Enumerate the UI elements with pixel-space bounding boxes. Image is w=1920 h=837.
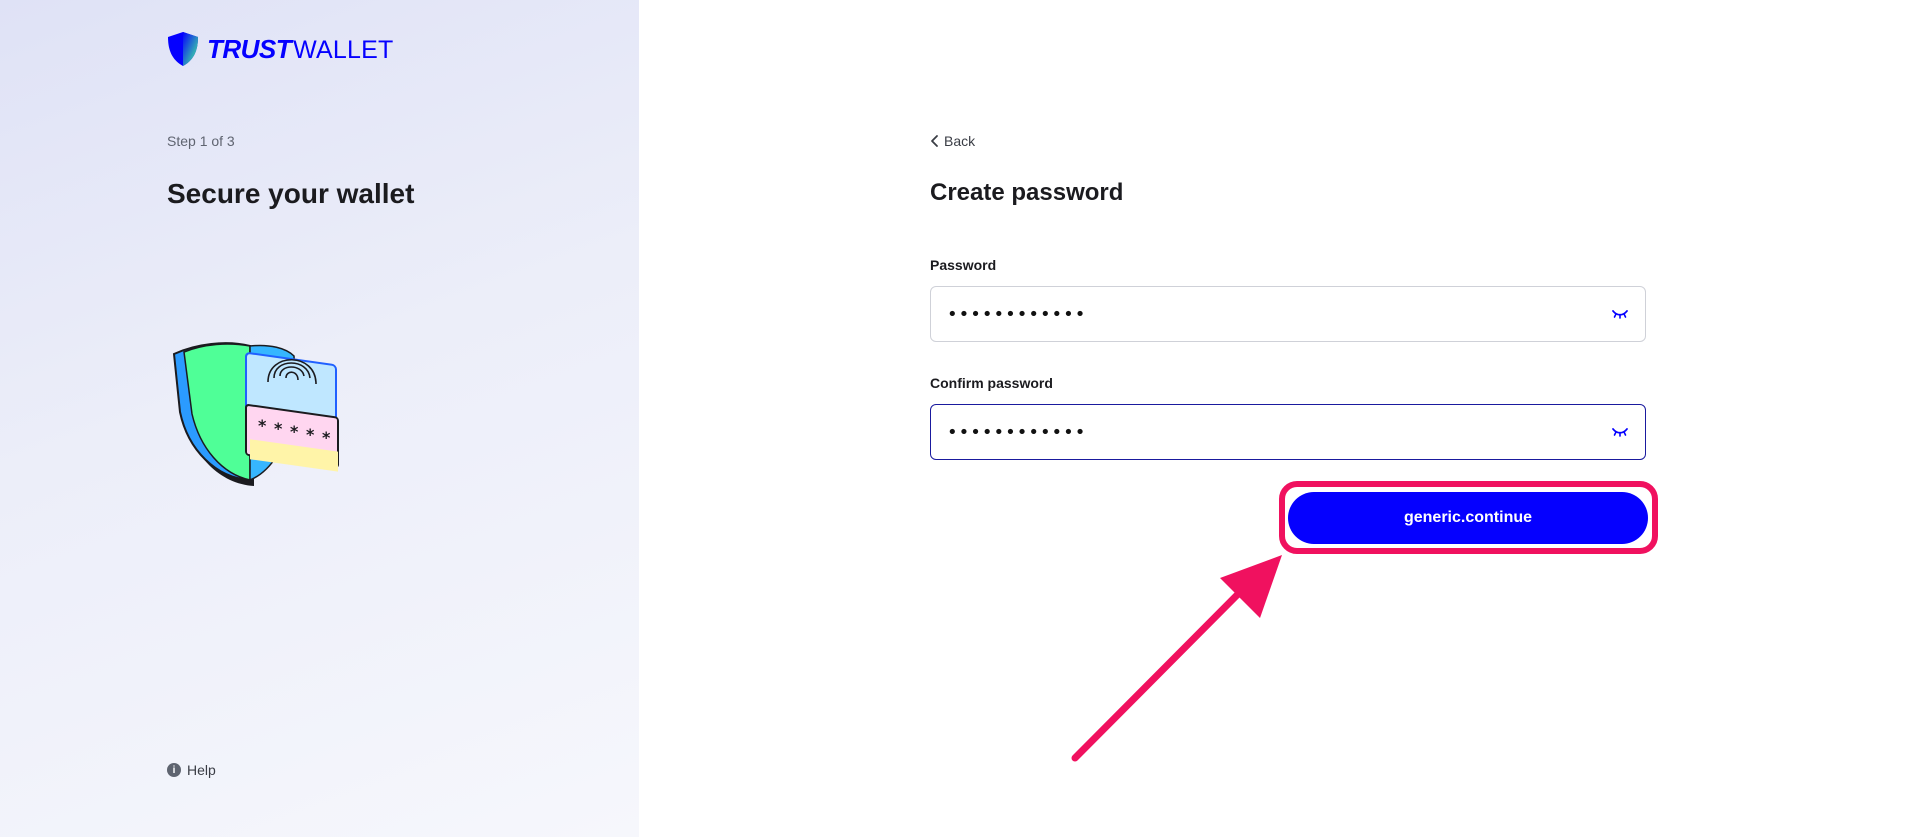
svg-text:*: * [290,422,299,441]
svg-text:*: * [274,419,283,438]
help-link[interactable]: i Help [167,762,216,778]
confirm-password-field[interactable] [947,421,1611,443]
password-field-container [930,286,1646,342]
left-panel-title: Secure your wallet [167,178,415,209]
back-label: Back [944,133,976,149]
svg-text:*: * [306,425,315,444]
page: TRUST WALLET Step 1 of 3 Secure your wal… [0,0,1920,837]
confirm-password-label: Confirm password [930,375,1053,391]
logo-trust-text: TRUST [207,33,292,64]
continue-button[interactable]: generic.continue [1288,492,1648,544]
eye-closed-icon[interactable] [1611,426,1629,438]
logo-text: TRUST WALLET [207,34,393,65]
logo-wallet-text: WALLET [293,35,394,64]
confirm-password-field-container [930,404,1646,460]
help-label: Help [187,762,216,778]
trust-wallet-logo: TRUST WALLET [167,31,393,67]
info-icon: i [167,763,181,777]
left-panel: TRUST WALLET Step 1 of 3 Secure your wal… [0,0,639,837]
eye-closed-icon[interactable] [1611,308,1629,320]
page-title: Create password [930,179,1124,206]
chevron-left-icon [931,135,938,147]
step-indicator: Step 1 of 3 [167,133,235,149]
svg-text:*: * [258,416,267,435]
shield-logo-icon [168,32,198,66]
password-field[interactable] [947,303,1611,325]
pointer-arrow-icon [1071,555,1282,762]
shield-fingerprint-password-illustration: * * * * * [172,342,339,486]
svg-text:*: * [322,428,331,447]
password-label: Password [930,257,997,273]
back-button[interactable]: Back [930,133,975,149]
